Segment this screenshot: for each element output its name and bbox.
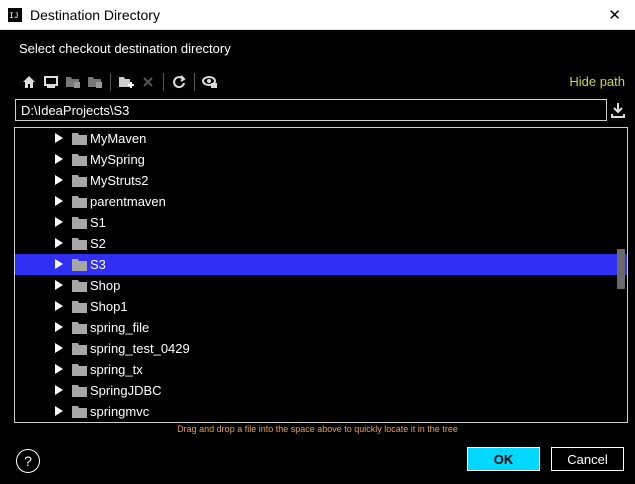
tree-item[interactable]: S1 [15, 212, 614, 233]
tree-item-label: spring_test_0429 [90, 341, 190, 356]
expand-arrow-icon[interactable] [55, 175, 63, 185]
tree-item[interactable]: spring_test_0429 [15, 338, 614, 359]
expand-arrow-icon[interactable] [55, 406, 63, 416]
path-input[interactable] [15, 99, 607, 121]
help-button[interactable]: ? [16, 449, 40, 473]
title-bar: IJ Destination Directory ✕ [0, 0, 635, 30]
tree-item[interactable]: spring_tx [15, 359, 614, 380]
expand-arrow-icon[interactable] [55, 238, 63, 248]
folder-icon [72, 196, 87, 208]
folder-icon [72, 322, 87, 334]
prompt-text: Select checkout destination directory [19, 41, 231, 56]
tree-item[interactable]: Shop [15, 275, 614, 296]
delete-icon [137, 71, 159, 93]
folder-icon [72, 280, 87, 292]
expand-arrow-icon[interactable] [55, 322, 63, 332]
tree-item-label: Shop [90, 278, 121, 293]
folder-icon [72, 301, 87, 313]
folder-icon [72, 364, 87, 376]
tree-item[interactable]: SpringJDBC [15, 380, 614, 401]
expand-arrow-icon[interactable] [55, 259, 63, 269]
toolbar [18, 71, 221, 93]
tree-item-label: MyStruts2 [90, 173, 149, 188]
tree-item[interactable]: spring_file [15, 317, 614, 338]
scrollbar-thumb[interactable] [617, 249, 625, 289]
expand-arrow-icon[interactable] [55, 301, 63, 311]
tree-item-label: spring_file [90, 320, 150, 335]
folder-icon [72, 133, 87, 145]
tree-item[interactable]: MyStruts2 [15, 170, 614, 191]
tree-item[interactable]: MyMaven [15, 128, 614, 149]
tree-item-label: S1 [90, 215, 106, 230]
ok-button[interactable]: OK [467, 447, 540, 471]
expand-arrow-icon[interactable] [55, 133, 63, 143]
tree-item-label: S2 [90, 236, 106, 251]
tree-item-label: MySpring [90, 152, 145, 167]
tree-item[interactable]: MySpring [15, 149, 614, 170]
show-hidden-icon[interactable] [199, 71, 221, 93]
project-folder-icon [62, 71, 84, 93]
folder-icon [72, 217, 87, 229]
close-icon[interactable]: ✕ [608, 6, 621, 24]
directory-tree[interactable]: MyMaven MySpring MyStruts2 parentmaven S… [14, 127, 628, 423]
tree-item-selected[interactable]: S3 [15, 254, 627, 275]
home-icon[interactable] [18, 71, 40, 93]
new-folder-icon[interactable] [115, 71, 137, 93]
module-folder-icon [84, 71, 106, 93]
window-title: Destination Directory [30, 6, 160, 23]
toolbar-separator [194, 73, 195, 91]
hide-path-link[interactable]: Hide path [569, 74, 625, 89]
expand-arrow-icon[interactable] [55, 385, 63, 395]
tree-item[interactable]: S2 [15, 233, 614, 254]
tree-item-label: Shop1 [90, 299, 128, 314]
folder-icon [72, 154, 87, 166]
tree-item-label: springmvc [90, 404, 150, 419]
tree-item-label: spring_tx [90, 362, 143, 377]
desktop-icon[interactable] [40, 71, 62, 93]
refresh-icon[interactable] [168, 71, 190, 93]
tree-item[interactable]: parentmaven [15, 191, 614, 212]
folder-icon [72, 343, 87, 355]
cancel-button[interactable]: Cancel [551, 447, 624, 471]
toolbar-separator [163, 73, 164, 91]
folder-icon [72, 406, 87, 418]
tree-item-label: SpringJDBC [90, 383, 162, 398]
dialog-body: Select checkout destination directory Hi… [0, 31, 635, 484]
expand-arrow-icon[interactable] [55, 280, 63, 290]
folder-icon [72, 385, 87, 397]
drag-drop-hint: Drag and drop a file into the space abov… [177, 424, 458, 434]
folder-icon [72, 238, 87, 250]
tree-item-label: MyMaven [90, 131, 147, 146]
folder-icon [72, 175, 87, 187]
folder-icon [72, 259, 87, 271]
scrollbar[interactable] [615, 128, 627, 422]
tree-item-label: parentmaven [90, 194, 166, 209]
toolbar-separator [110, 73, 111, 91]
download-icon[interactable] [610, 101, 628, 121]
tree-item[interactable]: Shop1 [15, 296, 614, 317]
expand-arrow-icon[interactable] [55, 196, 63, 206]
tree-item[interactable]: springmvc [15, 401, 614, 422]
expand-arrow-icon[interactable] [55, 154, 63, 164]
app-icon: IJ [8, 7, 22, 22]
expand-arrow-icon[interactable] [55, 364, 63, 374]
expand-arrow-icon[interactable] [55, 343, 63, 353]
tree-item-label: S3 [90, 257, 106, 272]
expand-arrow-icon[interactable] [55, 217, 63, 227]
